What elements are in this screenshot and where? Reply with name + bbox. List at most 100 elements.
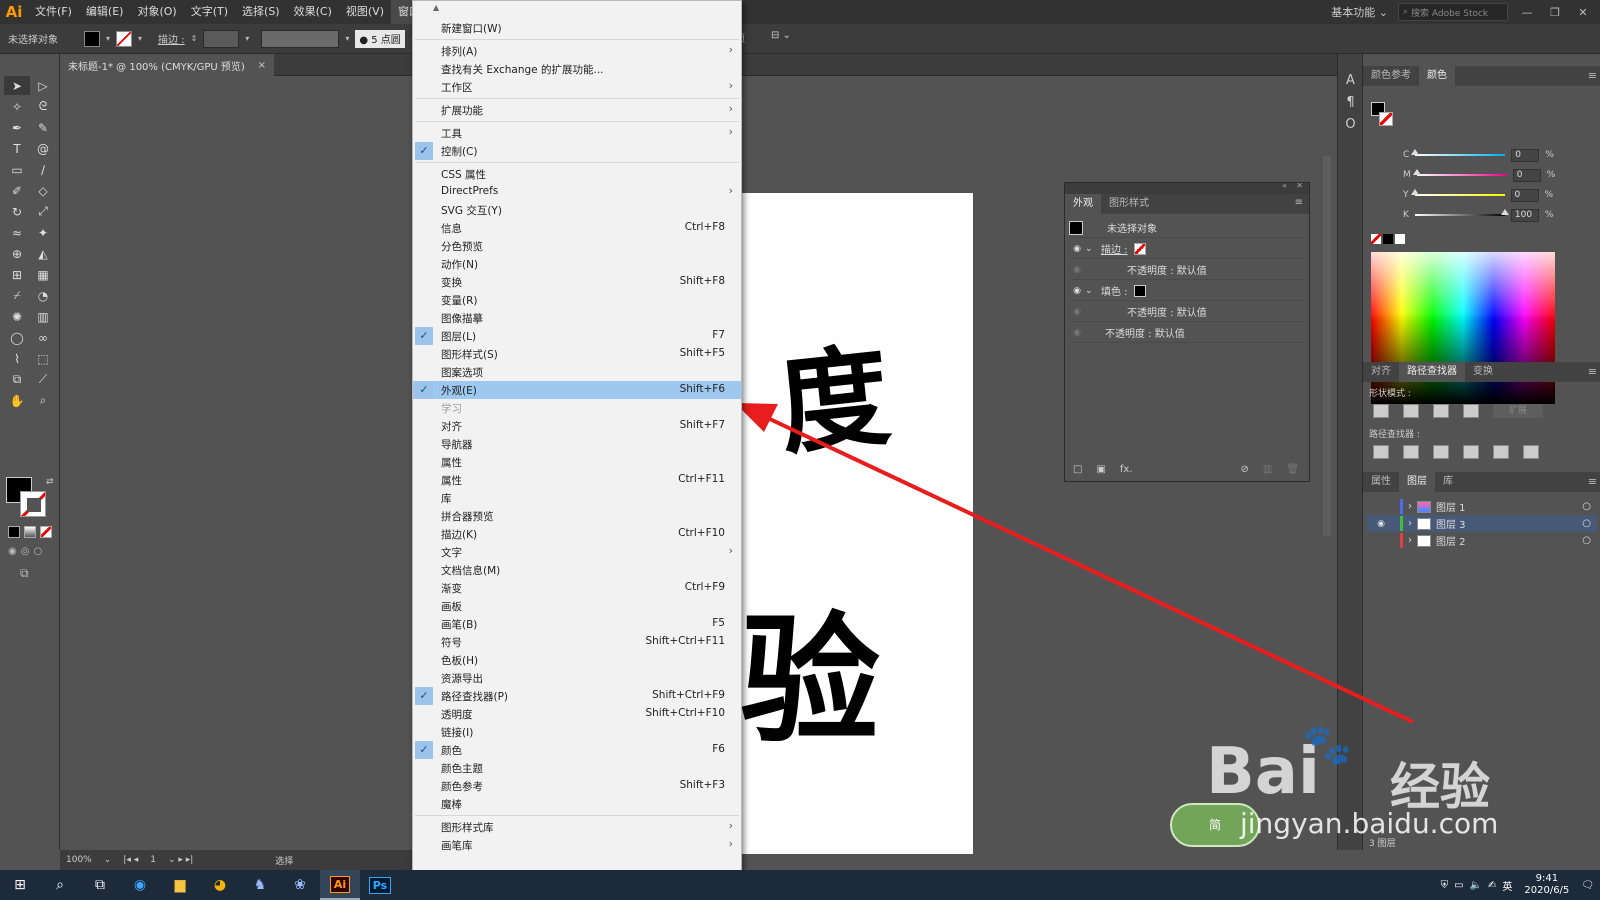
layer-row[interactable]: › 图层 2 ○: [1367, 532, 1597, 549]
opacity-label[interactable]: 不透明度 : 默认值: [1127, 304, 1207, 319]
appearance-opacity-row[interactable]: ◉ 不透明度 : 默认值: [1069, 260, 1305, 280]
menu-item[interactable]: 链接(I): [413, 723, 741, 741]
target-icon[interactable]: ○: [1582, 518, 1591, 529]
menu-select[interactable]: 选择(S): [235, 0, 287, 24]
tab-color-guide[interactable]: 颜色参考: [1363, 66, 1419, 86]
zoom-level[interactable]: 100%: [66, 855, 92, 865]
collapse-icon[interactable]: «: [1282, 181, 1287, 190]
menu-item[interactable]: 变换 Shift+F8: [413, 273, 741, 291]
column-graph-tool-icon[interactable]: ▥: [30, 307, 56, 326]
restore-icon[interactable]: ❐: [1546, 6, 1564, 19]
eye-icon[interactable]: ◉: [1069, 244, 1085, 254]
zoom-tool-icon[interactable]: ⌕: [30, 391, 56, 410]
crop-tool-icon[interactable]: ⧉: [4, 370, 30, 389]
perspective-grid-tool-icon[interactable]: ◭: [30, 244, 56, 263]
appearance-title-row[interactable]: 未选择对象: [1069, 218, 1305, 238]
menu-item[interactable]: 扩展功能 ›: [413, 101, 741, 119]
opacity-label[interactable]: 不透明度 : 默认值: [1127, 262, 1207, 277]
artboard-tool-icon[interactable]: ◯: [4, 328, 30, 347]
stroke-weight-field[interactable]: [203, 29, 240, 48]
browser-icon[interactable]: ◉: [120, 870, 160, 900]
panel-menu-icon[interactable]: ≡: [1588, 365, 1597, 378]
screen-mode-icon[interactable]: ⧉: [20, 566, 29, 581]
stroke-label[interactable]: 描边 :: [158, 31, 185, 46]
menu-item[interactable]: ✓ 图层(L) F7: [413, 327, 741, 345]
tab-appearance[interactable]: 外观: [1065, 194, 1101, 214]
menu-item[interactable]: ✓ 外观(E) Shift+F6: [413, 381, 741, 399]
menu-item[interactable]: 颜色参考 Shift+F3: [413, 777, 741, 795]
menu-item[interactable]: 变量(R): [413, 291, 741, 309]
target-icon[interactable]: ○: [1582, 535, 1591, 546]
menu-item[interactable]: 资源导出: [413, 669, 741, 687]
fill-swatch[interactable]: [84, 30, 100, 47]
minimize-icon[interactable]: —: [1518, 6, 1536, 19]
black-swatch[interactable]: [1383, 234, 1393, 244]
menu-item[interactable]: 色板(H): [413, 651, 741, 669]
appearance-opacity-row[interactable]: ◉ 不透明度 : 默认值: [1069, 302, 1305, 322]
curvature-tool-icon[interactable]: ✎: [30, 118, 56, 137]
tab-properties[interactable]: 属性: [1363, 472, 1399, 492]
fill-label[interactable]: 填色 :: [1101, 283, 1128, 298]
align-icon[interactable]: ⊟ ⌄: [771, 30, 791, 45]
artboard-nav-icon[interactable]: ⌄ ▸ ▸|: [168, 855, 193, 865]
variable-width-field[interactable]: [261, 29, 340, 48]
menu-item[interactable]: 描边(K) Ctrl+F10: [413, 525, 741, 543]
lasso-tool-icon[interactable]: ᘓ: [30, 97, 56, 116]
menu-item[interactable]: 对齐 Shift+F7: [413, 417, 741, 435]
color-slider-m[interactable]: M 0 %: [1403, 168, 1593, 182]
eye-icon[interactable]: ◉: [1069, 307, 1085, 317]
menu-file[interactable]: 文件(F): [28, 0, 79, 24]
paintbrush-tool-icon[interactable]: ∕: [30, 160, 56, 179]
menu-effect[interactable]: 效果(C): [287, 0, 339, 24]
panel-menu-icon[interactable]: ≡: [1588, 69, 1597, 82]
menu-item[interactable]: 新建窗口(W): [413, 19, 741, 37]
artboard-number[interactable]: 1: [150, 855, 156, 865]
menu-item[interactable]: 文字 ›: [413, 543, 741, 561]
channel-value[interactable]: 100: [1510, 208, 1539, 222]
unite-icon[interactable]: [1373, 404, 1389, 418]
draw-normal-icon[interactable]: ◉: [8, 546, 17, 557]
magic-wand-tool-icon[interactable]: ✧: [4, 97, 30, 116]
menu-item[interactable]: 图形样式(S) Shift+F5: [413, 345, 741, 363]
fx-icon[interactable]: fx.: [1120, 464, 1133, 475]
width-tool-icon[interactable]: ⌇: [4, 349, 30, 368]
menu-item[interactable]: 库: [413, 489, 741, 507]
chevron-down-icon[interactable]: ⌄: [104, 855, 112, 865]
draw-behind-icon[interactable]: ◎: [21, 546, 30, 557]
menu-item[interactable]: ✓ 颜色 F6: [413, 741, 741, 759]
menu-item[interactable]: ✓ 路径查找器(P) Shift+Ctrl+F9: [413, 687, 741, 705]
layer-name[interactable]: 图层 1: [1436, 499, 1466, 514]
menu-item[interactable]: 属性: [413, 453, 741, 471]
chevron-down-icon[interactable]: ▾: [106, 34, 110, 43]
stroke-swatch[interactable]: [1133, 242, 1146, 255]
menu-type[interactable]: 文字(T): [184, 0, 235, 24]
app-icon[interactable]: ♞: [240, 870, 280, 900]
outline-icon[interactable]: [1493, 445, 1509, 459]
vertical-scrollbar[interactable]: [1323, 156, 1331, 536]
layer-row[interactable]: › 图层 1 ○: [1367, 498, 1597, 515]
selection-tool-icon[interactable]: ➤: [4, 76, 30, 95]
slider-track[interactable]: [1410, 189, 1505, 196]
notification-icon[interactable]: 🗨: [1581, 880, 1594, 891]
tab-transform[interactable]: 变换: [1465, 362, 1501, 382]
menu-item[interactable]: 画笔库 ›: [413, 836, 741, 854]
baidu-icon[interactable]: ❀: [280, 870, 320, 900]
windows-start-icon[interactable]: ⊞: [0, 870, 40, 900]
panel-header[interactable]: « ✕: [1065, 181, 1309, 194]
menu-item[interactable]: 导航器: [413, 435, 741, 453]
eye-icon[interactable]: ◉: [1367, 519, 1395, 529]
slider-knob[interactable]: [1500, 209, 1509, 215]
menu-item[interactable]: 分色预览: [413, 237, 741, 255]
appearance-stroke-row[interactable]: ◉ ⌄ 描边 :: [1069, 239, 1305, 259]
channel-value[interactable]: 0: [1511, 148, 1540, 162]
menu-item[interactable]: 魔棒: [413, 795, 741, 813]
color-slider-y[interactable]: Y 0 %: [1403, 188, 1593, 202]
stock-search-input[interactable]: ⌕ 搜索 Adobe Stock: [1398, 3, 1508, 21]
knife-tool-icon[interactable]: ⟋: [30, 370, 56, 389]
fill-stroke-widget[interactable]: ⇄: [6, 477, 54, 519]
add-stroke-icon[interactable]: □: [1073, 464, 1082, 475]
opentype-panel-icon[interactable]: O: [1338, 114, 1363, 136]
menu-item[interactable]: DirectPrefs ›: [413, 183, 741, 201]
character-panel-icon[interactable]: A: [1338, 70, 1363, 92]
menu-item[interactable]: 透明度 Shift+Ctrl+F10: [413, 705, 741, 723]
